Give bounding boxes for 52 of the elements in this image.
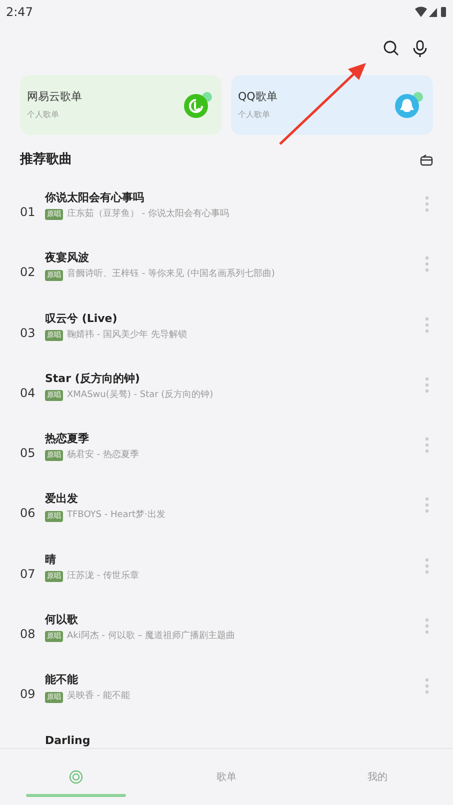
song-title: Star (反方向的钟) <box>45 372 141 386</box>
song-number: 08 <box>20 627 36 642</box>
more-icon[interactable] <box>425 256 429 272</box>
song-artist: 杨君安 - 热恋夏季 <box>67 449 139 462</box>
song-number: 09 <box>20 687 36 702</box>
song-title: 热恋夏季 <box>45 432 90 446</box>
song-title: 你说太阳会有心事吗 <box>45 191 145 205</box>
penguin-logo-icon <box>393 91 423 119</box>
more-icon[interactable] <box>425 196 429 212</box>
more-icon[interactable] <box>425 316 429 333</box>
song-title: 爱出发 <box>45 492 79 506</box>
song-number: 03 <box>20 326 36 340</box>
song-title: 晴 <box>45 552 57 567</box>
song-artist: 吴映香 - 能不能 <box>67 690 130 704</box>
card-title: QQ歌单 <box>238 88 278 105</box>
song-title: 叹云兮 (Live) <box>45 312 118 326</box>
song-title: Darling <box>45 734 92 748</box>
song-title: 何以歌 <box>45 613 79 628</box>
playlist-card[interactable]: QQ歌单 个人歌单 <box>231 75 433 135</box>
section-title: 推荐歌曲 <box>20 151 72 170</box>
more-icon[interactable] <box>425 558 429 574</box>
more-icon[interactable] <box>425 437 429 454</box>
song-number: 06 <box>20 506 36 520</box>
more-icon[interactable] <box>425 376 429 393</box>
music-logo-icon <box>182 91 212 119</box>
song-number: 05 <box>20 446 36 460</box>
radio-icon[interactable] <box>420 154 433 166</box>
more-icon[interactable] <box>425 497 429 514</box>
playlist-card[interactable]: 网易云歌单 个人歌单 <box>20 75 222 135</box>
song-artist: 庄东茹（豆芽鱼） - 你说太阳会有心事吗 <box>67 208 229 221</box>
song-number: 07 <box>20 566 36 581</box>
song-artist: TFBOYS - Heart梦·出发 <box>67 509 166 522</box>
song-title: 能不能 <box>45 673 79 688</box>
song-artist: XMASwu(吴骜) - Star (反方向的钟) <box>67 388 214 402</box>
song-number: 01 <box>20 205 36 219</box>
song-number: 04 <box>20 386 36 400</box>
more-icon[interactable] <box>425 678 429 694</box>
microphone-icon[interactable] <box>413 40 427 56</box>
card-subtitle: 个人歌单 <box>27 109 60 122</box>
target-icon <box>68 770 82 784</box>
song-title: 夜宴风波 <box>45 251 90 266</box>
song-artist: 汪苏泷 - 传世乐章 <box>67 570 139 583</box>
card-subtitle: 个人歌单 <box>238 109 271 122</box>
card-title: 网易云歌单 <box>27 88 82 105</box>
more-icon[interactable] <box>425 618 429 634</box>
status-time: 2:47 <box>6 4 33 21</box>
song-artist: Aki阿杰 - 何以歌 – 魔道祖师广播剧主题曲 <box>67 630 236 644</box>
song-artist: 鞠婧祎 - 国风美少年 先导解锁 <box>67 328 187 342</box>
search-icon[interactable] <box>383 40 399 56</box>
status-icons <box>415 6 447 18</box>
song-number: 02 <box>20 265 36 280</box>
song-artist: 音阙诗听、王梓钰 - 等你来见 (中国名画系列七部曲) <box>67 268 275 282</box>
